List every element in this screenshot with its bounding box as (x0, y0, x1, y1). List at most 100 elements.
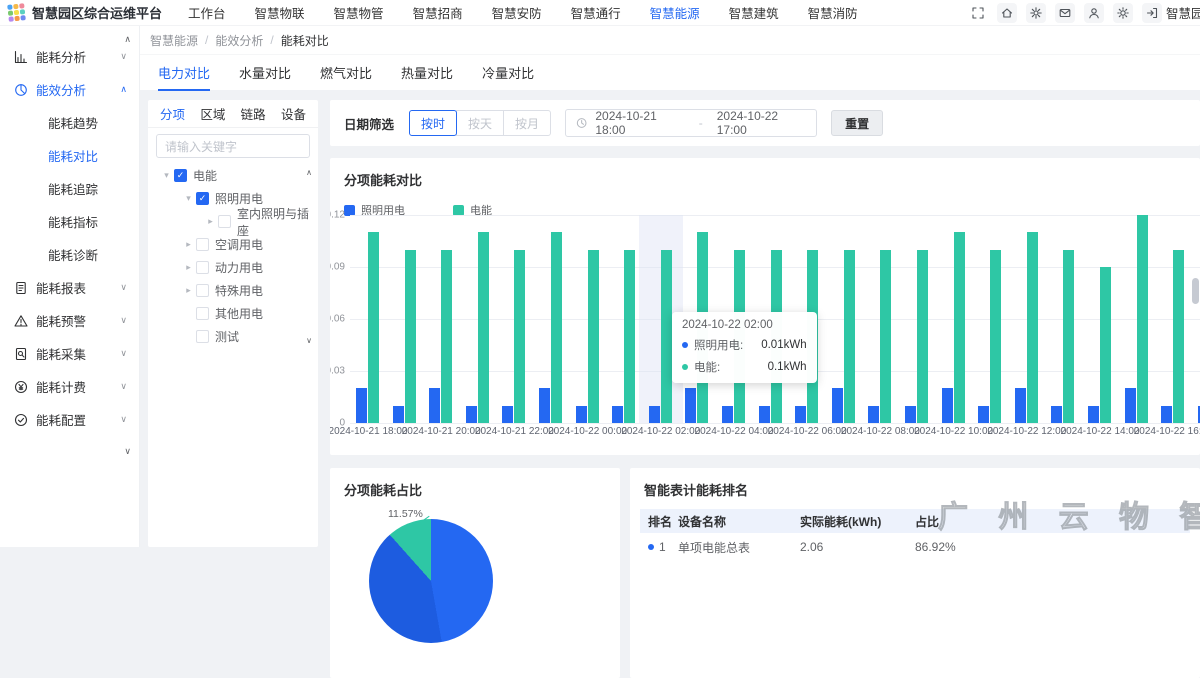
bar-energy-22[interactable] (1137, 215, 1148, 423)
breadcrumb-item-1[interactable]: 智慧能源 (150, 32, 198, 49)
bar-energy-15[interactable] (880, 250, 891, 423)
caret-collapsed-icon[interactable]: ▸ (204, 216, 217, 227)
tree-tab-3[interactable]: 链路 (241, 104, 266, 123)
nav-item-7[interactable]: 智慧能源 (650, 3, 700, 22)
tree-tab-1[interactable]: 分项 (160, 104, 185, 123)
bar-lighting-22[interactable] (1125, 388, 1136, 423)
bar-lighting-1[interactable] (356, 388, 367, 423)
nav-item-9[interactable]: 智慧消防 (808, 3, 858, 22)
tab-2[interactable]: 水量对比 (239, 54, 291, 91)
bar-energy-21[interactable] (1100, 267, 1111, 423)
home-icon[interactable] (997, 3, 1017, 23)
bar-lighting-3[interactable] (429, 388, 440, 423)
bar-energy-6[interactable] (551, 232, 562, 423)
bar-lighting-14[interactable] (832, 388, 843, 423)
tree-node-7[interactable]: 其他用电 (154, 302, 318, 325)
tab-5[interactable]: 冷量对比 (482, 54, 534, 91)
bar-lighting-11[interactable] (722, 406, 733, 423)
nav-item-8[interactable]: 智慧建筑 (729, 3, 779, 22)
tree-node-6[interactable]: ▸特殊用电 (154, 279, 318, 302)
caret-collapsed-icon[interactable]: ▸ (182, 239, 195, 250)
sidebar-item-1[interactable]: 能耗分析∨ (0, 40, 139, 73)
search-input[interactable]: 请输入关键字 (156, 134, 310, 158)
bar-energy-16[interactable] (917, 250, 928, 423)
bar-lighting-18[interactable] (978, 406, 989, 423)
tree-scroll-up-icon[interactable]: ∧ (306, 168, 312, 177)
bar-lighting-5[interactable] (502, 406, 513, 423)
caret-collapsed-icon[interactable]: ▸ (182, 285, 195, 296)
bar-energy-17[interactable] (954, 232, 965, 423)
date-start-value[interactable]: 2024-10-21 18:00 (595, 109, 684, 137)
sidebar-scroll-down-icon[interactable]: ∨ (124, 446, 131, 457)
bar-energy-5[interactable] (514, 250, 525, 423)
bar-lighting-2[interactable] (393, 406, 404, 423)
tree-tab-4[interactable]: 设备 (281, 104, 306, 123)
bar-lighting-4[interactable] (466, 406, 477, 423)
bar-lighting-21[interactable] (1088, 406, 1099, 423)
tab-3[interactable]: 燃气对比 (320, 54, 372, 91)
tree-scroll-down-icon[interactable]: ∨ (306, 336, 312, 345)
bar-lighting-6[interactable] (539, 388, 550, 423)
nav-item-2[interactable]: 智慧物联 (255, 3, 305, 22)
sidebar-subitem-4[interactable]: 能耗指标 (0, 205, 139, 238)
bar-lighting-23[interactable] (1161, 406, 1172, 423)
checkbox[interactable] (196, 238, 209, 251)
tab-1[interactable]: 电力对比 (158, 54, 210, 91)
bar-energy-23[interactable] (1173, 250, 1184, 423)
sidebar-item-7[interactable]: 能耗配置∨ (0, 403, 139, 436)
bar-energy-20[interactable] (1063, 250, 1074, 423)
checkbox[interactable] (196, 261, 209, 274)
sidebar-scroll-up-icon[interactable]: ∧ (124, 34, 131, 45)
pie-chart[interactable] (369, 519, 493, 643)
mail-icon[interactable] (1055, 3, 1075, 23)
bar-lighting-9[interactable] (649, 406, 660, 423)
checkbox[interactable]: ✓ (174, 169, 187, 182)
exit-icon[interactable] (1142, 3, 1162, 23)
sidebar-item-6[interactable]: 能耗计费∨ (0, 370, 139, 403)
checkbox[interactable] (196, 330, 209, 343)
checkbox[interactable] (196, 307, 209, 320)
tree-node-5[interactable]: ▸动力用电 (154, 256, 318, 279)
bar-lighting-17[interactable] (942, 388, 953, 423)
gear-icon[interactable] (1026, 3, 1046, 23)
tree-node-3[interactable]: ▸室内照明与插座 (154, 210, 318, 233)
caret-collapsed-icon[interactable]: ▸ (182, 262, 195, 273)
date-mode-3[interactable]: 按月 (503, 110, 551, 136)
bar-lighting-19[interactable] (1015, 388, 1026, 423)
tree-node-8[interactable]: 测试 (154, 325, 318, 348)
bar-lighting-13[interactable] (795, 406, 806, 423)
topbar-user-text[interactable]: 智慧园区 (1166, 3, 1200, 22)
window-scrollbar-thumb[interactable] (1192, 278, 1199, 304)
brightness-icon[interactable] (1113, 3, 1133, 23)
bar-lighting-12[interactable] (759, 406, 770, 423)
caret-expanded-icon[interactable]: ▾ (160, 170, 173, 181)
checkbox[interactable] (196, 284, 209, 297)
bar-energy-7[interactable] (588, 250, 599, 423)
bar-lighting-10[interactable] (685, 388, 696, 423)
bar-lighting-16[interactable] (905, 406, 916, 423)
date-end-value[interactable]: 2024-10-22 17:00 (717, 109, 806, 137)
bar-energy-18[interactable] (990, 250, 1001, 423)
bar-energy-9[interactable] (661, 250, 672, 423)
user-icon[interactable] (1084, 3, 1104, 23)
bar-energy-1[interactable] (368, 232, 379, 423)
bar-energy-3[interactable] (441, 250, 452, 423)
tree-tab-2[interactable]: 区域 (200, 104, 225, 123)
sidebar-subitem-3[interactable]: 能耗追踪 (0, 172, 139, 205)
checkbox[interactable]: ✓ (196, 192, 209, 205)
fullscreen-icon[interactable] (968, 3, 988, 23)
bar-energy-2[interactable] (405, 250, 416, 423)
bar-lighting-15[interactable] (868, 406, 879, 423)
nav-item-3[interactable]: 智慧物管 (334, 3, 384, 22)
sidebar-subitem-5[interactable]: 能耗诊断 (0, 238, 139, 271)
date-range-picker[interactable]: 2024-10-21 18:00 - 2024-10-22 17:00 (565, 109, 817, 137)
bar-energy-19[interactable] (1027, 232, 1038, 423)
breadcrumb-item-2[interactable]: 能效分析 (215, 32, 263, 49)
bar-energy-8[interactable] (624, 250, 635, 423)
caret-expanded-icon[interactable]: ▾ (182, 193, 195, 204)
checkbox[interactable] (218, 215, 231, 228)
date-mode-1[interactable]: 按时 (409, 110, 457, 136)
nav-item-5[interactable]: 智慧安防 (492, 3, 542, 22)
tree-node-1[interactable]: ▾✓电能 (154, 164, 318, 187)
sidebar-subitem-1[interactable]: 能耗趋势 (0, 106, 139, 139)
